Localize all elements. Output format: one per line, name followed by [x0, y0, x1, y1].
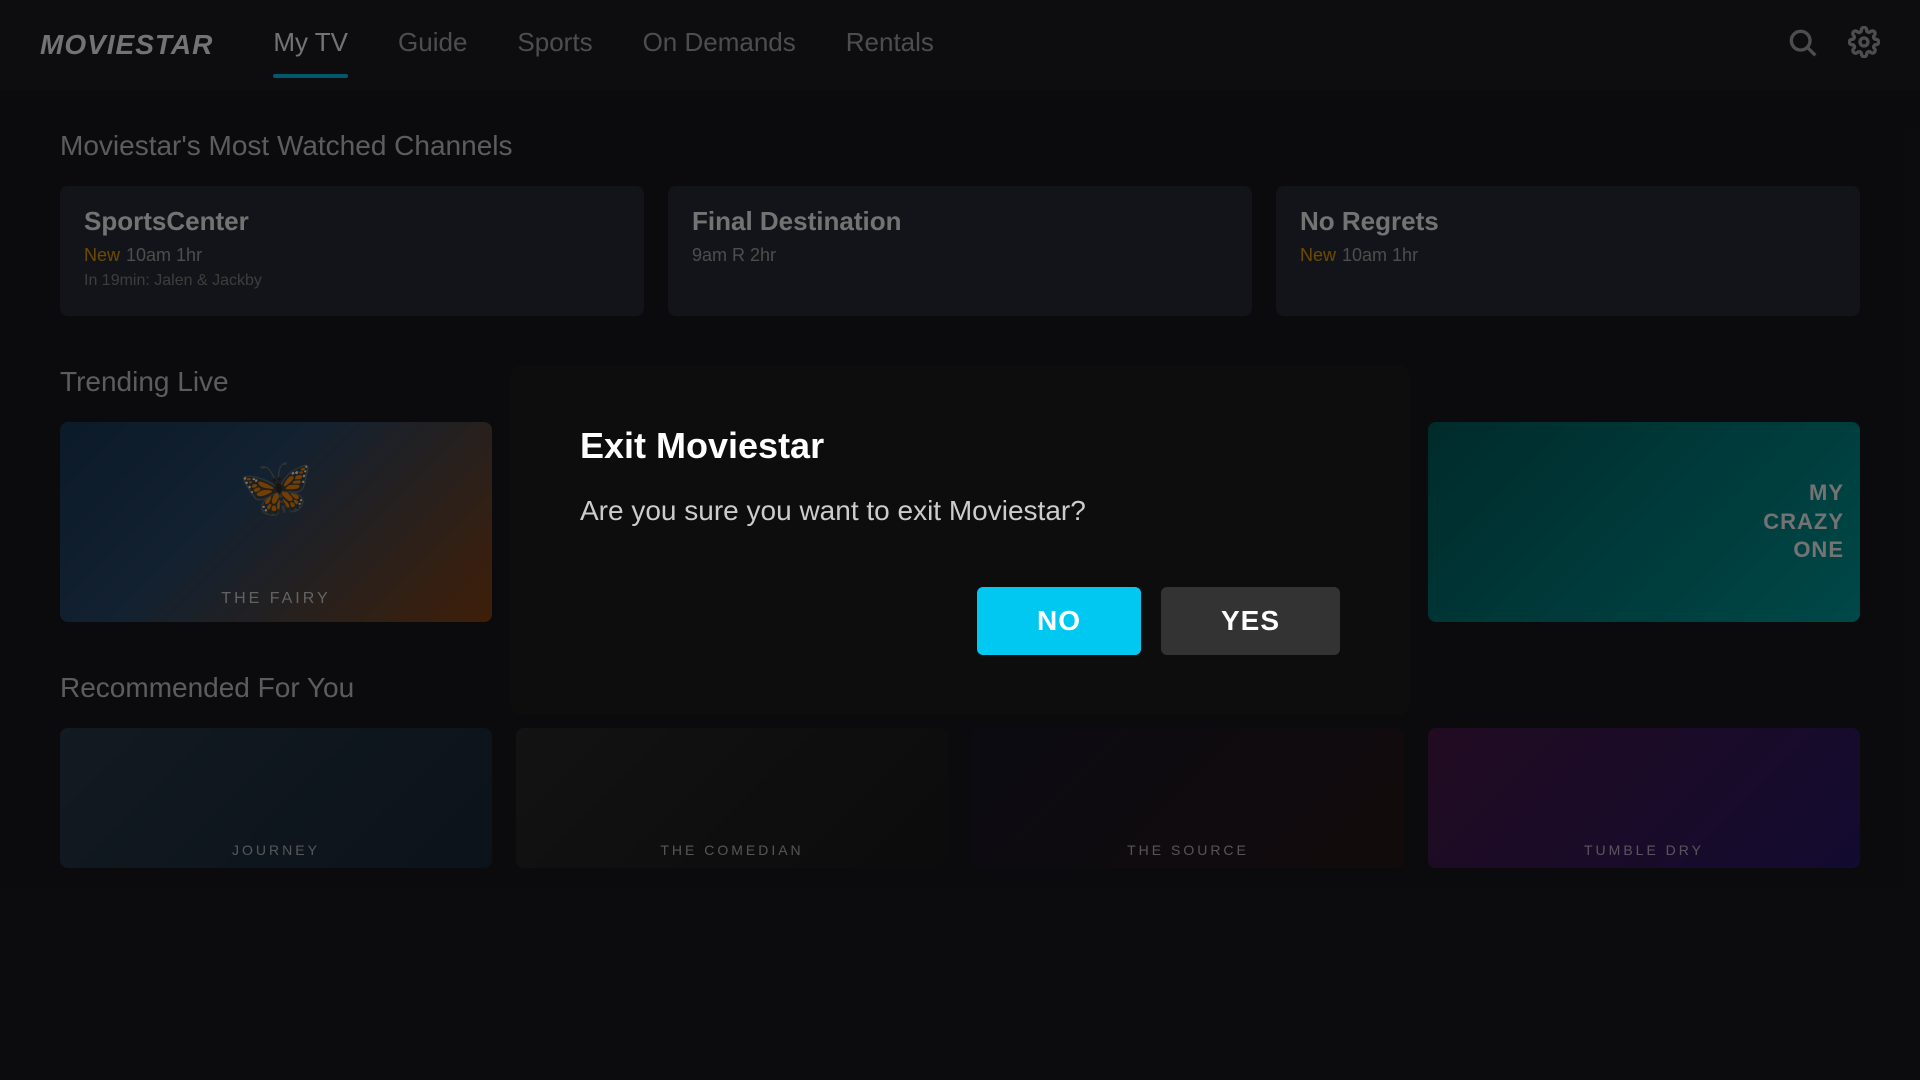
modal-buttons: NO YES — [580, 587, 1340, 655]
no-button[interactable]: NO — [977, 587, 1141, 655]
modal-title: Exit Moviestar — [580, 425, 1340, 467]
modal-body: Are you sure you want to exit Moviestar? — [580, 495, 1340, 527]
exit-modal: Exit Moviestar Are you sure you want to … — [510, 365, 1410, 715]
yes-button[interactable]: YES — [1161, 587, 1340, 655]
modal-overlay: Exit Moviestar Are you sure you want to … — [0, 0, 1920, 1080]
